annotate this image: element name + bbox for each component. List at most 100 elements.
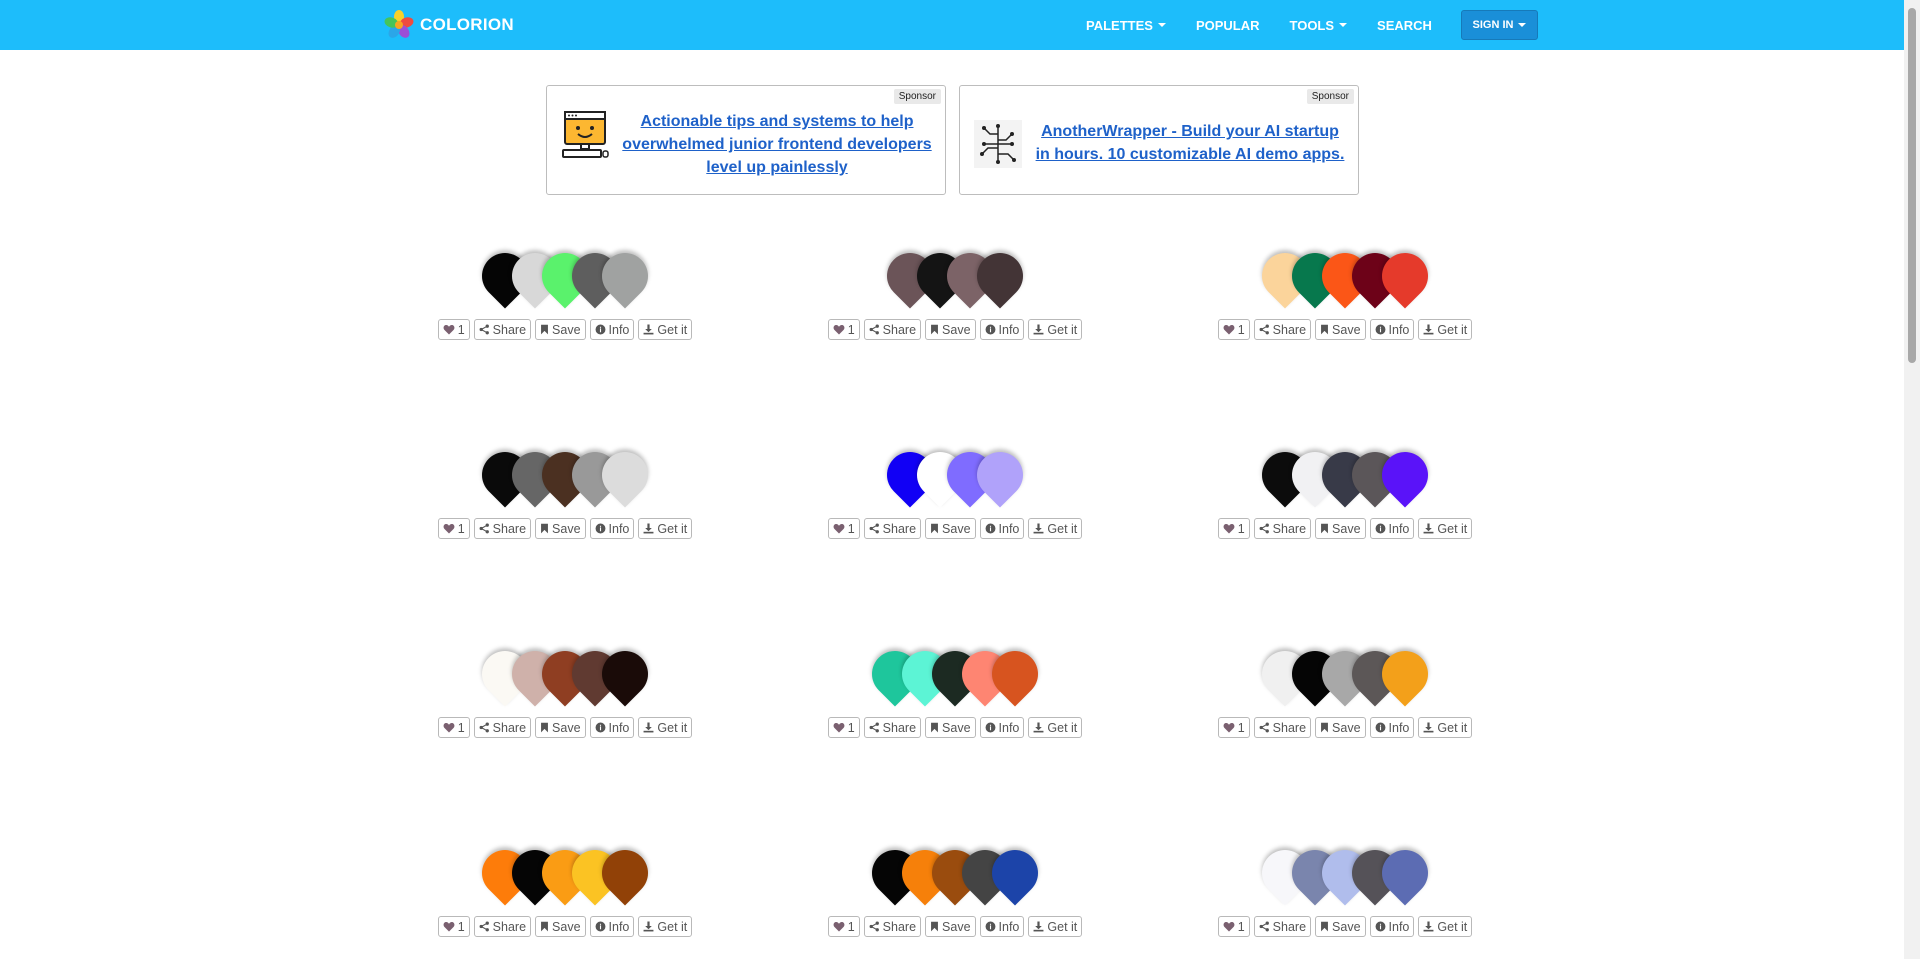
- share-button[interactable]: Share: [1253, 518, 1312, 539]
- brand-logo-link[interactable]: COLORION: [384, 10, 514, 40]
- nav-search[interactable]: SEARCH: [1377, 18, 1432, 33]
- nav-tools[interactable]: TOOLS: [1290, 18, 1348, 33]
- palette-swatches[interactable]: [1205, 641, 1485, 711]
- save-button[interactable]: Save: [1315, 518, 1366, 539]
- like-button[interactable]: 1: [1217, 916, 1250, 937]
- share-button[interactable]: Share: [863, 319, 922, 340]
- nav-palettes[interactable]: PALETTES: [1086, 18, 1166, 33]
- get-it-button[interactable]: Get it: [1418, 319, 1473, 340]
- info-button-label: Info: [998, 720, 1020, 735]
- get-it-button[interactable]: Get it: [638, 319, 693, 340]
- flower-logo-icon: [384, 10, 414, 38]
- like-button[interactable]: 1: [1217, 319, 1250, 340]
- share-button[interactable]: Share: [863, 916, 922, 937]
- get-it-button[interactable]: Get it: [1028, 916, 1083, 937]
- share-button[interactable]: Share: [1253, 916, 1312, 937]
- info-button[interactable]: Info: [589, 717, 635, 738]
- palette-swatches[interactable]: [815, 243, 1095, 313]
- get-it-button[interactable]: Get it: [1028, 717, 1083, 738]
- get-it-button[interactable]: Get it: [1418, 717, 1473, 738]
- like-button[interactable]: 1: [437, 717, 470, 738]
- sponsor-card-2[interactable]: Sponsor AnotherWrapper - Build your AI s…: [959, 85, 1359, 195]
- get-it-button[interactable]: Get it: [1028, 319, 1083, 340]
- palette-swatches[interactable]: [1205, 840, 1485, 910]
- share-icon: [869, 921, 880, 932]
- info-button[interactable]: Info: [1369, 518, 1415, 539]
- palette-swatches[interactable]: [1205, 243, 1485, 313]
- info-button[interactable]: Info: [589, 518, 635, 539]
- like-button[interactable]: 1: [827, 518, 860, 539]
- get-it-button-label: Get it: [1437, 521, 1468, 536]
- palette-swatches[interactable]: [815, 641, 1095, 711]
- save-button[interactable]: Save: [1315, 717, 1366, 738]
- get-it-button[interactable]: Get it: [638, 717, 693, 738]
- save-button[interactable]: Save: [925, 518, 976, 539]
- palette-swatches[interactable]: [1205, 442, 1485, 512]
- like-button-label: 1: [1237, 720, 1245, 735]
- info-button[interactable]: Info: [979, 916, 1025, 937]
- share-button[interactable]: Share: [473, 916, 532, 937]
- sponsor-link[interactable]: AnotherWrapper - Build your AI startup i…: [1035, 120, 1345, 166]
- like-button[interactable]: 1: [1217, 717, 1250, 738]
- save-button[interactable]: Save: [535, 319, 586, 340]
- vertical-scrollbar[interactable]: [1904, 0, 1920, 959]
- info-button[interactable]: Info: [979, 319, 1025, 340]
- share-button[interactable]: Share: [1253, 319, 1312, 340]
- sign-in-button[interactable]: SIGN IN: [1461, 10, 1538, 40]
- palette-swatches[interactable]: [425, 442, 705, 512]
- get-it-button-label: Get it: [657, 521, 688, 536]
- like-button[interactable]: 1: [1217, 518, 1250, 539]
- info-button[interactable]: Info: [979, 717, 1025, 738]
- info-button[interactable]: Info: [1369, 717, 1415, 738]
- heart-icon: [443, 523, 455, 534]
- save-button[interactable]: Save: [925, 319, 976, 340]
- bookmark-icon: [930, 722, 939, 733]
- palette-actions: 1 Share Save Info Get it: [1205, 518, 1485, 539]
- share-button[interactable]: Share: [473, 319, 532, 340]
- like-button[interactable]: 1: [437, 319, 470, 340]
- nav-popular[interactable]: POPULAR: [1196, 18, 1260, 33]
- palette-swatches[interactable]: [815, 442, 1095, 512]
- palette-swatches[interactable]: [425, 840, 705, 910]
- palette-swatches[interactable]: [425, 243, 705, 313]
- scrollbar-thumb[interactable]: [1908, 8, 1916, 363]
- save-button[interactable]: Save: [535, 916, 586, 937]
- save-button[interactable]: Save: [925, 916, 976, 937]
- save-button[interactable]: Save: [1315, 319, 1366, 340]
- like-button[interactable]: 1: [437, 916, 470, 937]
- share-button-label: Share: [1272, 322, 1307, 337]
- save-button[interactable]: Save: [535, 717, 586, 738]
- share-button[interactable]: Share: [473, 518, 532, 539]
- like-button-label: 1: [1237, 919, 1245, 934]
- palette-swatches[interactable]: [815, 840, 1095, 910]
- sponsor-link[interactable]: Actionable tips and systems to help over…: [622, 110, 932, 179]
- info-button[interactable]: Info: [979, 518, 1025, 539]
- like-button-label: 1: [457, 919, 465, 934]
- get-it-button[interactable]: Get it: [1418, 518, 1473, 539]
- palette-swatches[interactable]: [425, 641, 705, 711]
- share-button[interactable]: Share: [863, 717, 922, 738]
- get-it-button[interactable]: Get it: [1028, 518, 1083, 539]
- get-it-button[interactable]: Get it: [638, 916, 693, 937]
- get-it-button[interactable]: Get it: [638, 518, 693, 539]
- share-button[interactable]: Share: [863, 518, 922, 539]
- info-button[interactable]: Info: [589, 319, 635, 340]
- share-button[interactable]: Share: [1253, 717, 1312, 738]
- like-button[interactable]: 1: [827, 319, 860, 340]
- like-button[interactable]: 1: [827, 717, 860, 738]
- get-it-button-label: Get it: [1047, 720, 1078, 735]
- sponsor-card-1[interactable]: Sponsor Actionable tips and systems to h…: [546, 85, 946, 195]
- like-button[interactable]: 1: [437, 518, 470, 539]
- like-button[interactable]: 1: [827, 916, 860, 937]
- info-button[interactable]: Info: [589, 916, 635, 937]
- save-button[interactable]: Save: [1315, 916, 1366, 937]
- share-button[interactable]: Share: [473, 717, 532, 738]
- download-icon: [643, 324, 654, 335]
- save-button[interactable]: Save: [535, 518, 586, 539]
- info-button[interactable]: Info: [1369, 319, 1415, 340]
- info-button[interactable]: Info: [1369, 916, 1415, 937]
- bookmark-icon: [1320, 722, 1329, 733]
- save-button[interactable]: Save: [925, 717, 976, 738]
- get-it-button[interactable]: Get it: [1418, 916, 1473, 937]
- info-icon: [985, 324, 996, 335]
